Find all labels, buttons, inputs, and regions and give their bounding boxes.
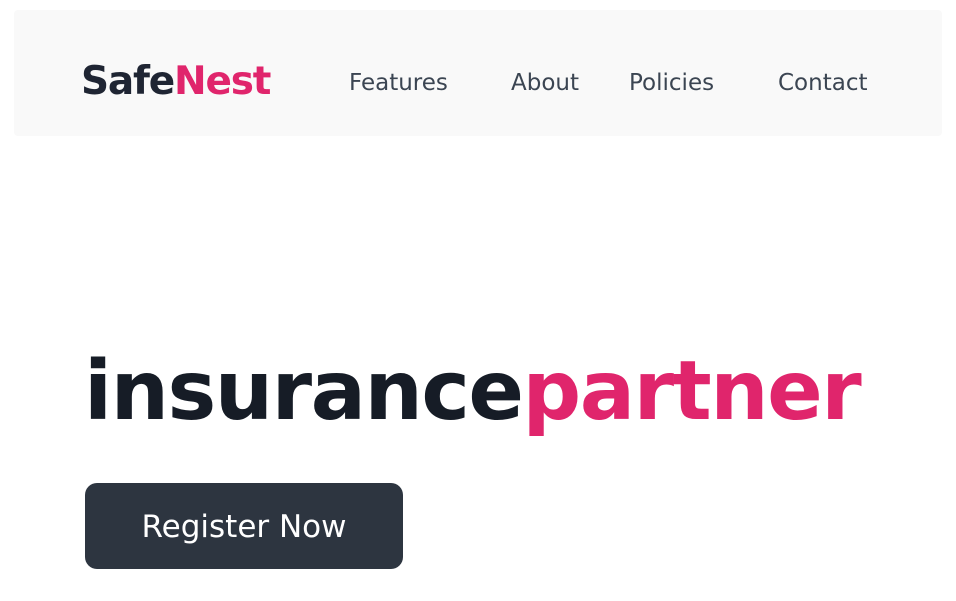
- hero-headline: insurancepartner: [84, 342, 862, 442]
- logo-part-nest: Nest: [174, 59, 271, 104]
- hero-headline-accent: partner: [522, 344, 862, 439]
- hero-headline-dark: insurance: [84, 344, 524, 439]
- register-now-button[interactable]: Register Now: [85, 483, 403, 569]
- page: SafeNest Features About Policies Contact…: [0, 0, 956, 601]
- nav-link-contact[interactable]: Contact: [778, 67, 867, 99]
- logo-part-safe: Safe: [81, 59, 175, 104]
- nav-link-about[interactable]: About: [511, 67, 579, 99]
- logo[interactable]: SafeNest: [81, 58, 271, 106]
- nav-link-features[interactable]: Features: [349, 67, 448, 99]
- nav-link-policies[interactable]: Policies: [629, 67, 714, 99]
